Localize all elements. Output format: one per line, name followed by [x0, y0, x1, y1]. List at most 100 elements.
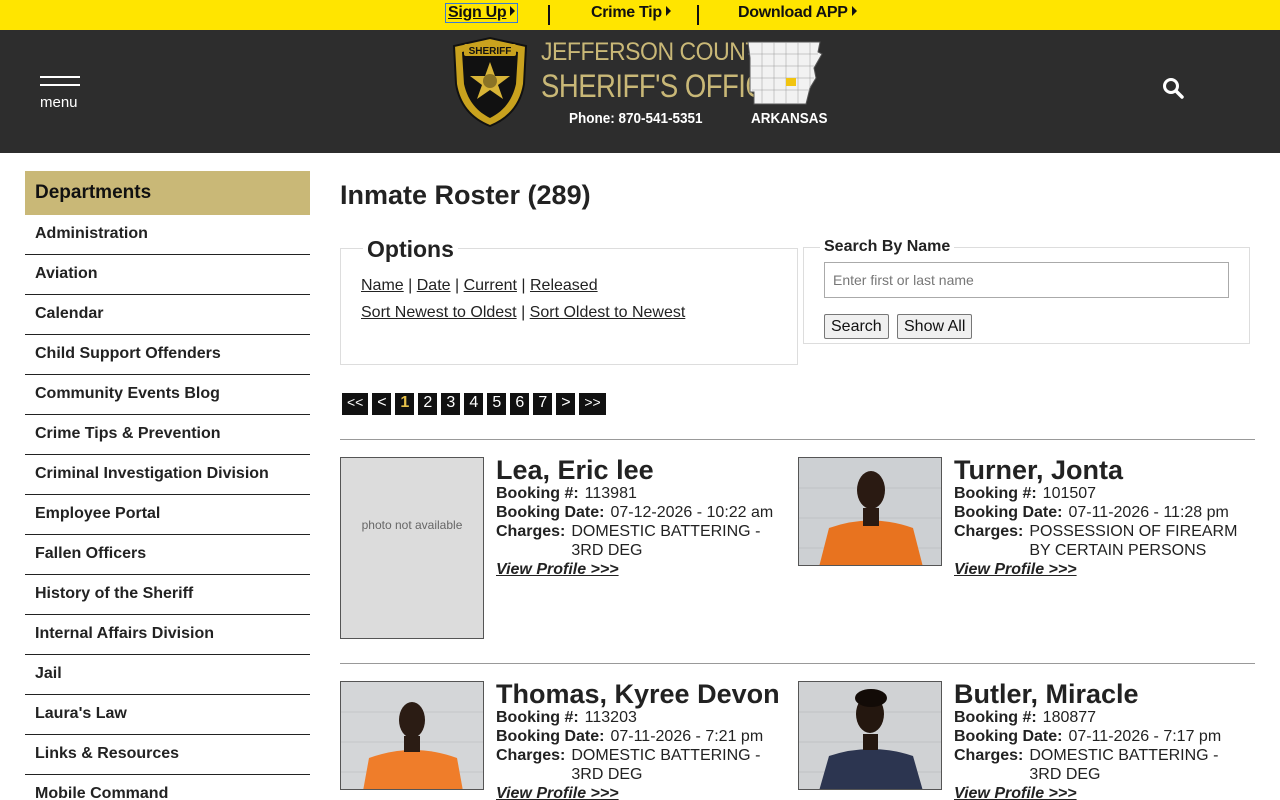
charges-label: Charges: — [954, 523, 1024, 540]
sidebar-item-administration[interactable]: Administration — [25, 215, 310, 255]
sidebar-item-lauras-law[interactable]: Laura's Law — [25, 695, 310, 735]
sheriff-badge-logo[interactable]: SHERIFF — [450, 36, 530, 128]
view-profile-link[interactable]: View Profile >>> — [496, 785, 796, 800]
divider — [697, 5, 699, 25]
sort-by-date-link[interactable]: Date — [417, 277, 451, 294]
inmate-photo-placeholder: photo not available — [340, 457, 484, 639]
filter-released-link[interactable]: Released — [530, 277, 598, 294]
charges: DOMESTIC BATTERING - 3RD DEG — [571, 747, 761, 783]
top-utility-bar: Sign Up Crime Tip Download APP — [0, 0, 1280, 30]
menu-button[interactable]: menu — [40, 76, 80, 112]
charges: DOMESTIC BATTERING - 3RD DEG — [1029, 747, 1219, 783]
first-page-button[interactable]: << — [342, 393, 369, 415]
view-profile-link[interactable]: View Profile >>> — [496, 561, 796, 579]
sidebar-item-child-support-offenders[interactable]: Child Support Offenders — [25, 335, 310, 375]
triangle-right-icon — [510, 6, 516, 16]
hamburger-icon — [40, 76, 80, 78]
menu-label: menu — [40, 94, 78, 111]
view-profile-link[interactable]: View Profile >>> — [954, 561, 1254, 579]
booking-date: 07-11-2026 - 7:17 pm — [1068, 728, 1222, 745]
inmate-photo[interactable] — [798, 457, 942, 566]
page-5-button[interactable]: 5 — [487, 393, 507, 415]
sidebar-item-jail[interactable]: Jail — [25, 655, 310, 695]
booking-number-label: Booking #: — [954, 709, 1037, 726]
page-title: Inmate Roster (289) — [340, 180, 591, 210]
sign-up-label: Sign Up — [448, 4, 507, 21]
triangle-right-icon — [665, 6, 671, 16]
booking-date-label: Booking Date: — [954, 504, 1063, 521]
page-2-button[interactable]: 2 — [418, 393, 438, 415]
site-title-line-1: JEFFERSON COUNTY — [541, 38, 774, 66]
booking-date-label: Booking Date: — [496, 504, 605, 521]
divider — [340, 439, 1255, 440]
filter-current-link[interactable]: Current — [464, 277, 517, 294]
sidebar-item-community-events-blog[interactable]: Community Events Blog — [25, 375, 310, 415]
sidebar-item-criminal-investigation[interactable]: Criminal Investigation Division — [25, 455, 310, 495]
booking-date-label: Booking Date: — [496, 728, 605, 745]
sign-up-link[interactable]: Sign Up — [444, 3, 519, 23]
crime-tip-link[interactable]: Crime Tip — [591, 4, 671, 22]
view-profile-link[interactable]: View Profile >>> — [954, 785, 1254, 800]
sidebar-item-calendar[interactable]: Calendar — [25, 295, 310, 335]
name-search-input[interactable] — [824, 262, 1229, 298]
arkansas-map-icon — [747, 41, 823, 105]
sidebar-item-history[interactable]: History of the Sheriff — [25, 575, 310, 615]
sort-filter-row: Name | Date | Current | Released — [361, 277, 598, 294]
booking-number-label: Booking #: — [954, 485, 1037, 502]
charges-label: Charges: — [954, 747, 1024, 764]
sort-oldest-link[interactable]: Sort Oldest to Newest — [530, 304, 686, 321]
page-1-button[interactable]: 1 — [395, 393, 415, 415]
booking-number: 101507 — [1042, 485, 1097, 502]
sidebar-item-crime-tips[interactable]: Crime Tips & Prevention — [25, 415, 310, 455]
booking-date: 07-12-2026 - 10:22 am — [610, 504, 774, 521]
page-7-button[interactable]: 7 — [533, 393, 553, 415]
show-all-button[interactable]: Show All — [897, 314, 973, 339]
page-4-button[interactable]: 4 — [464, 393, 484, 415]
sidebar-item-aviation[interactable]: Aviation — [25, 255, 310, 295]
pagination: << < 1 2 3 4 5 6 7 > >> — [342, 393, 606, 415]
sidebar-item-links-resources[interactable]: Links & Resources — [25, 735, 310, 775]
booking-number: 113203 — [584, 709, 637, 726]
inmate-photo[interactable] — [798, 681, 942, 790]
crime-tip-label: Crime Tip — [591, 4, 662, 21]
hamburger-icon — [40, 84, 80, 86]
sort-order-row: Sort Newest to Oldest | Sort Oldest to N… — [361, 304, 686, 321]
phone-number: Phone: 870-541-5351 — [569, 110, 703, 127]
divider — [340, 663, 1255, 664]
download-app-label: Download APP — [738, 4, 848, 21]
booking-date-label: Booking Date: — [954, 728, 1063, 745]
sidebar-item-internal-affairs[interactable]: Internal Affairs Division — [25, 615, 310, 655]
mugshot-image — [341, 682, 483, 789]
search-button[interactable]: Search — [824, 314, 889, 339]
inmate-name[interactable]: Butler, Miracle — [954, 680, 1254, 708]
search-legend: Search By Name — [820, 238, 955, 256]
site-header: menu SHERIFF JEFFERSON COUNTY SHERIFF'S … — [0, 30, 1280, 153]
page-6-button[interactable]: 6 — [510, 393, 530, 415]
sidebar-item-employee-portal[interactable]: Employee Portal — [25, 495, 310, 535]
departments-sidebar: Departments Administration Aviation Cale… — [25, 171, 310, 800]
booking-number-label: Booking #: — [496, 485, 579, 502]
inmate-name[interactable]: Lea, Eric lee — [496, 456, 796, 484]
page-3-button[interactable]: 3 — [441, 393, 461, 415]
sidebar-item-fallen-officers[interactable]: Fallen Officers — [25, 535, 310, 575]
inmate-name[interactable]: Thomas, Kyree Devon — [496, 680, 796, 708]
charges: POSSESSION OF FIREARM BY CERTAIN PERSONS — [1029, 523, 1238, 559]
next-page-button[interactable]: > — [556, 393, 576, 415]
last-page-button[interactable]: >> — [579, 393, 606, 415]
charges: DOMESTIC BATTERING - 3RD DEG — [571, 523, 761, 559]
search-icon[interactable] — [1162, 77, 1184, 99]
inmate-photo[interactable] — [340, 681, 484, 790]
sort-newest-link[interactable]: Sort Newest to Oldest — [361, 304, 517, 321]
booking-date: 07-11-2026 - 11:28 pm — [1068, 504, 1229, 521]
sort-by-name-link[interactable]: Name — [361, 277, 404, 294]
prev-page-button[interactable]: < — [372, 393, 392, 415]
badge-text: SHERIFF — [469, 46, 512, 57]
inmate-name[interactable]: Turner, Jonta — [954, 456, 1254, 484]
sidebar-item-mobile-command[interactable]: Mobile Command — [25, 775, 310, 800]
booking-number-label: Booking #: — [496, 709, 579, 726]
search-by-name-panel: Search By Name Search Show All — [803, 238, 1250, 344]
mugshot-image — [799, 682, 941, 789]
download-app-link[interactable]: Download APP — [738, 4, 857, 22]
options-legend: Options — [363, 236, 458, 263]
charges-label: Charges: — [496, 523, 566, 540]
